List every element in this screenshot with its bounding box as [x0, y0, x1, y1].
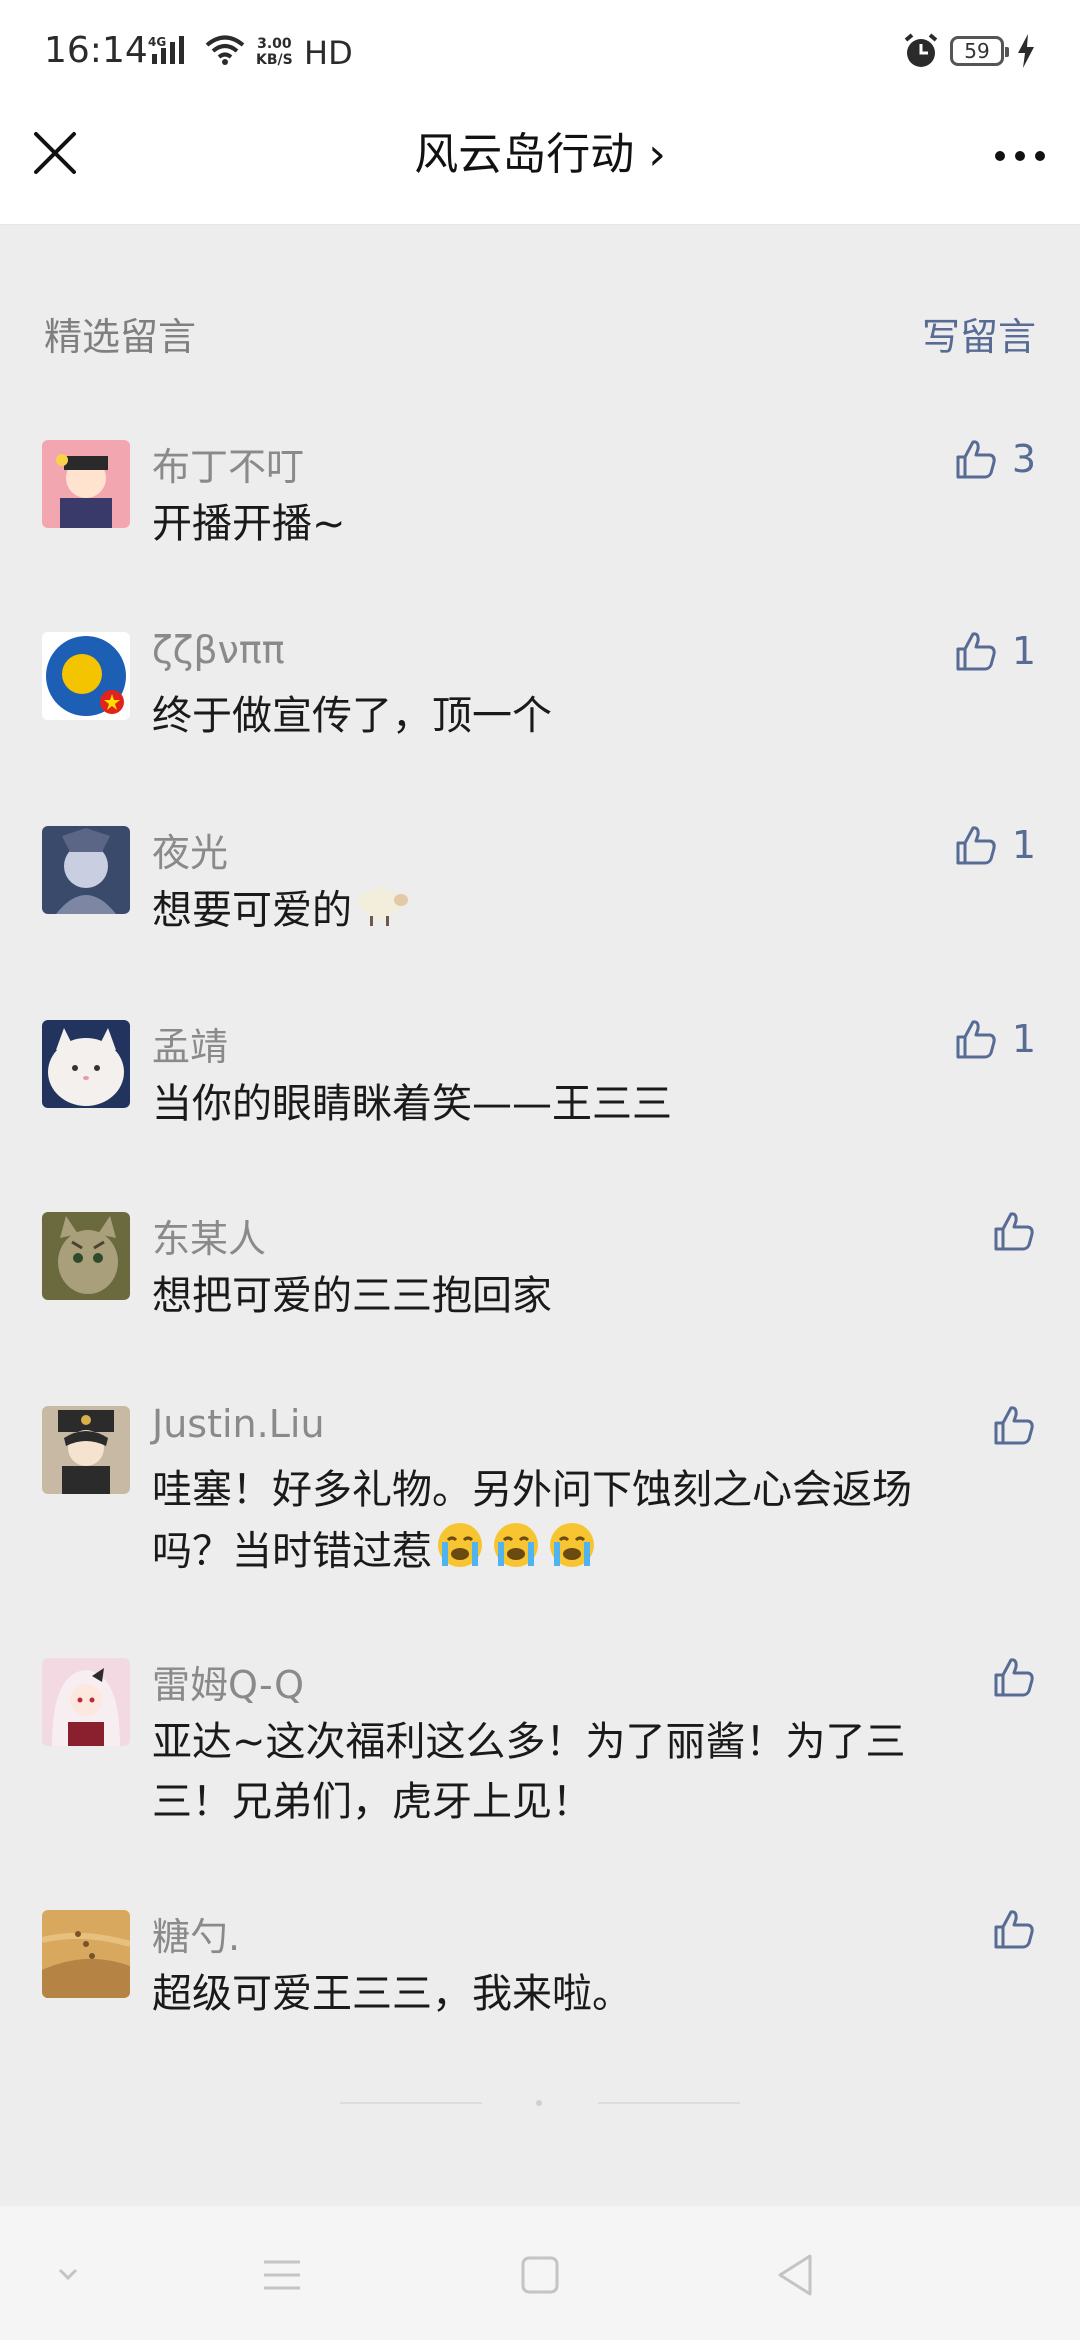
thumbs-up-icon [994, 1658, 1034, 1697]
back-triangle-icon [778, 2254, 812, 2296]
page-title[interactable]: 风云岛行动 › [0, 118, 1080, 182]
nav-collapse-button[interactable] [38, 2250, 98, 2300]
comment-text: 终于做宣传了，顶一个 [152, 693, 552, 739]
thumbs-up-icon [994, 1212, 1034, 1251]
system-navigation-bar [0, 2206, 1080, 2340]
write-comment-button[interactable]: 写留言 [922, 306, 1036, 361]
divider-dot [536, 2100, 542, 2106]
comment-text-line: 亚达~这次福利这么多！为了丽酱！为了三 [152, 1719, 906, 1765]
comment-text-line: 吗？当时错过惹 [152, 1520, 1012, 1587]
sheep-emoji [352, 880, 410, 945]
comment-author: 孟靖 [152, 1025, 229, 1069]
battery-indicator: 59 [950, 36, 1009, 66]
comment-text: 超级可爱王三三，我来啦。 [152, 1971, 632, 2017]
thumbs-up-icon [956, 826, 996, 865]
thumbs-up-icon [956, 632, 996, 671]
crying-face-emoji [488, 1520, 544, 1587]
comment-text: 开播开播~ [152, 501, 346, 547]
avatar[interactable] [42, 1212, 130, 1300]
like-count: 3 [1011, 437, 1036, 481]
avatar[interactable] [42, 1910, 130, 1998]
alarm-icon [902, 32, 940, 74]
like-count: 1 [1011, 629, 1036, 673]
avatar[interactable] [42, 826, 130, 914]
comment-author: Justin.Liu [152, 1402, 325, 1446]
avatar[interactable] [42, 1406, 130, 1494]
more-button[interactable] [990, 136, 1050, 176]
thumbs-up-icon [956, 440, 996, 479]
comment-author: 布丁不叮 [152, 445, 305, 489]
crying-face-emoji [544, 1520, 600, 1587]
speed-value: 3.00 [257, 36, 292, 52]
avatar[interactable] [42, 440, 130, 528]
menu-icon [264, 2260, 300, 2290]
nav-menu-button[interactable] [252, 2250, 312, 2300]
comment-text-line: 三！兄弟们，虎牙上见！ [152, 1779, 592, 1825]
end-of-list-divider [340, 2098, 740, 2108]
avatar[interactable] [42, 632, 130, 720]
comment-text-content: 想要可爱的 [152, 887, 352, 934]
wifi-icon [204, 34, 246, 70]
comment-author: 东某人 [152, 1217, 267, 1261]
comment-text-content: 吗？当时错过惹 [152, 1528, 432, 1575]
avatar[interactable] [42, 1658, 130, 1746]
svg-text:4G: 4G [148, 35, 166, 49]
like-button[interactable] [992, 1206, 1036, 1256]
comments-header: 精选留言 写留言 [44, 306, 1036, 359]
divider-line [340, 2102, 482, 2104]
section-title: 精选留言 [44, 315, 197, 359]
more-icon [995, 151, 1045, 161]
crying-face-emoji [432, 1520, 488, 1587]
home-square-icon [521, 2256, 559, 2294]
like-button[interactable] [992, 1652, 1036, 1702]
speed-unit: KB/S [256, 52, 293, 68]
like-count: 1 [1011, 1017, 1036, 1061]
hd-indicator: HD [304, 34, 353, 72]
like-button[interactable]: 1 [954, 820, 1036, 870]
nav-home-button[interactable] [510, 2250, 570, 2300]
comment-text: 当你的眼睛眯着笑——王三三 [152, 1081, 672, 1127]
thumbs-up-icon [956, 1020, 996, 1059]
signal-icon: 4G [148, 34, 196, 70]
chevron-down-icon [58, 2268, 78, 2281]
comment-author: ζζβνππ [152, 628, 285, 672]
status-bar: 16:14 4G 3.00 KB/S HD 59 [0, 0, 1080, 100]
charging-icon [1016, 34, 1036, 72]
title-bar: 风云岛行动 › [0, 100, 1080, 225]
comment-text: 想要可爱的 [152, 880, 1012, 945]
thumbs-up-icon [994, 1406, 1034, 1445]
like-button[interactable] [992, 1400, 1036, 1450]
comment-text: 亚达~这次福利这么多！为了丽酱！为了三 三！兄弟们，虎牙上见！ [152, 1712, 1012, 1832]
divider-line [598, 2102, 740, 2104]
comment-text: 想把可爱的三三抱回家 [152, 1273, 552, 1319]
like-button[interactable]: 3 [954, 434, 1036, 484]
comment-author: 糖勺. [152, 1915, 241, 1959]
status-time: 16:14 [44, 30, 148, 71]
comment-text-line: 哇塞！好多礼物。另外问下蚀刻之心会返场 [152, 1467, 912, 1513]
comment-text: 哇塞！好多礼物。另外问下蚀刻之心会返场 吗？当时错过惹 [152, 1460, 1012, 1587]
like-button[interactable]: 1 [954, 626, 1036, 676]
comment-author: 夜光 [152, 831, 229, 875]
nav-back-button[interactable] [766, 2250, 826, 2300]
thumbs-up-icon [994, 1910, 1034, 1949]
avatar[interactable] [42, 1020, 130, 1108]
like-button[interactable] [992, 1904, 1036, 1954]
comment-author: 雷姆Q-Q [152, 1663, 304, 1707]
like-button[interactable]: 1 [954, 1014, 1036, 1064]
like-count: 1 [1011, 823, 1036, 867]
network-speed: 3.00 KB/S [256, 36, 293, 68]
